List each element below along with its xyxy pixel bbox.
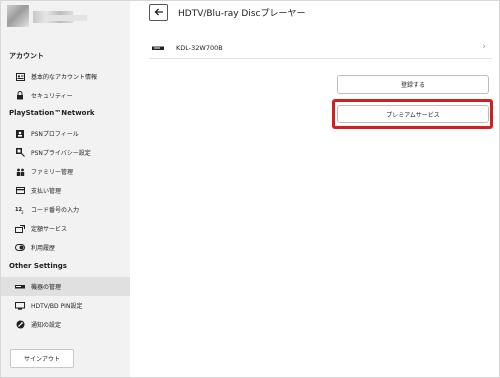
signout-button[interactable]: サインアウト (10, 349, 74, 368)
sidebar-item-label: 機器の管理 (31, 284, 62, 291)
sidebar-item-family[interactable]: ファミリー管理 (1, 162, 130, 181)
sidebar-item-label: コード番号の入力 (31, 207, 80, 214)
register-button[interactable]: 登録する (337, 75, 489, 94)
sidebar-item-notification[interactable]: 通知の設定 (1, 315, 130, 334)
sidebar-item-hdtv-bd-pin[interactable]: HDTV/BD PIN設定 (1, 296, 130, 315)
sidebar-item-psn-profile[interactable]: PSNプロフィール (1, 124, 130, 143)
sidebar-item-label: 定額サービス (31, 226, 68, 233)
page-title: HDTV/Blu-ray Discプレーヤー (178, 9, 306, 19)
sidebar-item-device-management[interactable]: 機器の管理 (1, 277, 130, 296)
sidebar-item-label: 基本的なアカウント情報 (31, 74, 98, 81)
sidebar-item-label: セキュリティー (31, 93, 73, 100)
chevron-right-icon: › (482, 42, 486, 52)
avatar (7, 5, 29, 27)
sidebar-item-security[interactable]: セキュリティー (1, 86, 130, 105)
sidebar-item-subscription[interactable]: 定額サービス (1, 219, 130, 238)
notification-icon (15, 320, 25, 330)
highlight-frame (332, 99, 493, 129)
arrow-left-icon (154, 8, 164, 18)
sidebar-item-label: 利用履歴 (31, 245, 56, 252)
credit-card-icon (15, 186, 25, 196)
privacy-icon (15, 148, 25, 158)
sidebar-item-basic-account-info[interactable]: 基本的なアカウント情報 (1, 67, 130, 86)
sidebar-item-label: PSNプロフィール (31, 131, 79, 138)
monitor-icon (15, 301, 25, 311)
sidebar-item-code-entry[interactable]: 12 3 コード番号の入力 (1, 200, 130, 219)
back-button[interactable] (149, 4, 168, 21)
devices-icon (15, 282, 25, 292)
sidebar-item-history[interactable]: 利用履歴 (1, 238, 130, 257)
section-title-psn: PlayStation™Network (9, 109, 95, 117)
id-card-icon (15, 72, 25, 82)
sidebar: アカウント 基本的なアカウント情報 セキュリティー PlayStation™Ne… (1, 1, 130, 377)
family-icon (15, 167, 25, 177)
sidebar-item-label: 支払い管理 (31, 188, 62, 195)
sidebar-item-label: 通知の設定 (31, 322, 62, 329)
sidebar-item-label: ファミリー管理 (31, 169, 74, 176)
code-number-icon: 12 3 (15, 205, 25, 215)
profile-header[interactable] (1, 1, 130, 43)
device-name: KDL-32W700B (176, 43, 223, 52)
lock-icon (15, 91, 25, 101)
sidebar-item-label: HDTV/BD PIN設定 (31, 303, 83, 310)
device-row[interactable]: KDL-32W700B › (149, 37, 492, 59)
profile-icon (15, 129, 25, 139)
username-blurred-extra (47, 15, 87, 21)
subscription-icon (15, 224, 25, 234)
section-title-other-settings: Other Settings (9, 262, 67, 270)
sidebar-item-payment[interactable]: 支払い管理 (1, 181, 130, 200)
sidebar-item-psn-privacy[interactable]: PSNプライバシー設定 (1, 143, 130, 162)
section-title-account: アカウント (9, 52, 44, 60)
svg-text:3: 3 (21, 210, 24, 214)
sidebar-item-label: PSNプライバシー設定 (31, 150, 91, 157)
bluray-player-icon (152, 45, 164, 50)
history-icon (15, 243, 25, 253)
